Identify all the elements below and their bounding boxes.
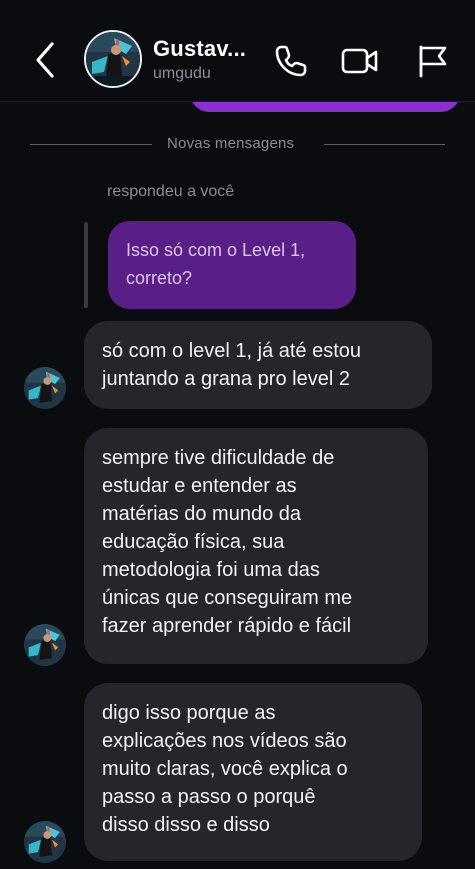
back-button[interactable] (30, 40, 60, 80)
reply-context-label: respondeu a você (107, 183, 235, 200)
profile-photo (24, 367, 66, 409)
new-messages-divider: Novas mensagens (30, 134, 445, 154)
avatar[interactable] (24, 367, 66, 409)
back-chevron-icon (36, 42, 54, 78)
chat-header: Gustav... umgudu (0, 0, 475, 102)
phone-icon (275, 45, 307, 77)
profile-photo (24, 624, 66, 666)
video-camera-icon (341, 48, 378, 74)
divider-line (30, 144, 152, 145)
profile-photo (86, 32, 140, 86)
flag-icon (419, 45, 447, 78)
report-button[interactable] (414, 42, 452, 80)
avatar[interactable] (84, 30, 142, 88)
incoming-message[interactable]: sempre tive dificuldade de estudar e ent… (84, 428, 428, 664)
profile-photo (24, 821, 66, 863)
divider-label: Novas mensagens (167, 135, 295, 152)
avatar[interactable] (24, 821, 66, 863)
avatar[interactable] (24, 624, 66, 666)
contact-username[interactable]: umgudu (153, 65, 211, 83)
incoming-message[interactable]: só com o level 1, já até estou juntando … (84, 321, 432, 409)
quoted-message[interactable]: Isso só com o Level 1, correto? (108, 221, 356, 309)
incoming-message[interactable]: digo isso porque as explicações nos víde… (84, 683, 422, 861)
quoted-message-text: Isso só com o Level 1, correto? (126, 240, 306, 288)
video-call-button[interactable] (340, 42, 378, 80)
call-button[interactable] (272, 42, 310, 80)
divider-line (324, 144, 445, 145)
contact-name[interactable]: Gustav... (153, 36, 246, 62)
reply-indicator-bar (84, 222, 88, 308)
